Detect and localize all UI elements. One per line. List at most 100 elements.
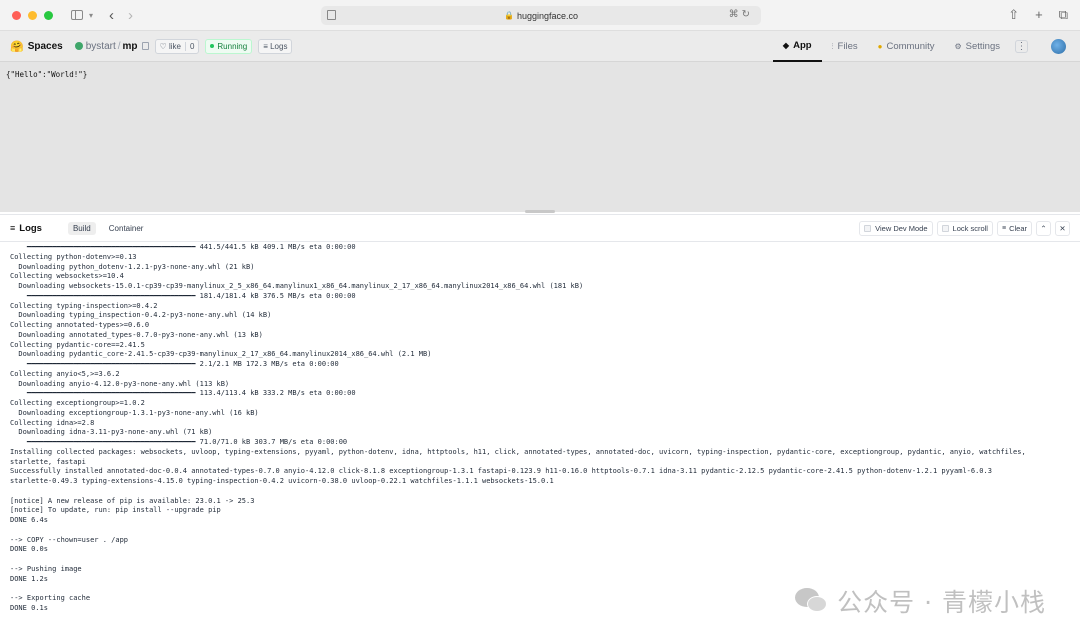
app-icon: ◆ (782, 41, 790, 50)
clear-button[interactable]: ≡ Clear (996, 221, 1032, 236)
tab-label: Settings (965, 41, 1000, 52)
logs-button[interactable]: ≡ Logs (258, 38, 293, 54)
owner-avatar (74, 42, 83, 50)
heart-icon: ♡ (159, 41, 169, 51)
tab-settings[interactable]: ⚙ Settings (945, 31, 1011, 62)
log-line: DONE 6.4s (10, 516, 48, 524)
url-text: huggingface.co (516, 10, 579, 21)
log-line: Downloading websockets-15.0.1-cp39-cp39-… (10, 282, 584, 290)
close-logs-button[interactable]: ✕ (1055, 221, 1070, 236)
logs-toolbar: ≡ Logs Build Container View Dev Mode Loc… (0, 214, 1080, 242)
log-line: Downloading python_dotenv-1.2.1-py3-none… (10, 262, 255, 271)
app-preview: {"Hello":"World!"} (0, 62, 1080, 212)
tab-container[interactable]: Container (104, 222, 149, 235)
log-line: Collecting python-dotenv>=0.13 (10, 252, 137, 261)
logs-title: ≡ Logs (10, 223, 42, 234)
page-settings-icon[interactable] (327, 10, 336, 20)
log-line: ━━━━━━━━━━━━━━━━━━━━━━━━━━━━━━━━━━━━━━━━… (10, 360, 339, 368)
more-options-icon[interactable]: ⋮ (1015, 40, 1028, 53)
chevron-down-icon[interactable]: ▾ (89, 11, 93, 20)
tab-label: App (793, 40, 812, 51)
owner-link[interactable]: bystart (86, 41, 116, 52)
community-icon: ● (877, 42, 883, 51)
log-line: --> COPY --chown=user . /app (10, 535, 129, 544)
log-line: Downloading typing_inspection-0.4.2-py3-… (10, 311, 272, 320)
log-line: Installing collected packages: websocket… (10, 447, 1026, 456)
log-line: starlette-0.49.3 typing-extensions-4.15.… (10, 477, 554, 485)
log-line: Collecting typing-inspection>=0.4.2 (10, 301, 158, 310)
like-button[interactable]: ♡ like 0 (154, 38, 200, 54)
reload-icon[interactable]: ⌘↻ (729, 9, 753, 20)
space-name-link[interactable]: mp (123, 41, 138, 52)
log-line: Collecting idna>=2.8 (10, 418, 95, 427)
lock-scroll-toggle[interactable]: Lock scroll (936, 221, 993, 236)
logs-label: Logs (270, 41, 288, 51)
user-avatar[interactable] (1051, 39, 1066, 54)
view-dev-mode-toggle[interactable]: View Dev Mode (859, 221, 933, 236)
share-icon[interactable]: ⇧ (1008, 7, 1019, 23)
tab-label: Files (837, 41, 858, 52)
log-line: ━━━━━━━━━━━━━━━━━━━━━━━━━━━━━━━━━━━━━━━━… (10, 389, 356, 398)
back-arrow-icon[interactable]: ‹ (109, 7, 114, 24)
collapse-logs-button[interactable]: ⌃ (1036, 221, 1051, 236)
log-line: Collecting exceptiongroup>=1.0.2 (10, 399, 145, 407)
tab-community[interactable]: ● Community (868, 31, 945, 62)
logs-actions: View Dev Mode Lock scroll ≡ Clear ⌃ ✕ (859, 221, 1070, 236)
sidebar-toggle-icon[interactable] (71, 10, 83, 20)
log-line: ━━━━━━━━━━━━━━━━━━━━━━━━━━━━━━━━━━━━━━━━… (10, 243, 356, 251)
tab-build[interactable]: Build (67, 221, 96, 235)
wechat-icon (795, 588, 829, 614)
space-tabs: ◆ App ⫶ Files ● Community ⚙ Settings (772, 31, 1011, 62)
space-header: 🤗 Spaces bystart / mp ♡ like 0 Running ≡… (0, 31, 1080, 62)
close-window-button[interactable] (12, 10, 21, 20)
log-line: Collecting annotated-types>=0.6.0 (10, 321, 150, 329)
watermark: 公众号 · 青檬小栈 (795, 583, 1046, 619)
log-line: DONE 0.0s (10, 545, 48, 554)
log-line: Downloading idna-3.11-py3-none-any.whl (… (10, 428, 213, 437)
settings-icon: ⚙ (954, 42, 962, 51)
logs-list-icon: ≡ (10, 223, 16, 233)
forward-arrow-icon[interactable]: › (128, 7, 133, 24)
chevron-up-icon: ⌃ (1040, 224, 1047, 233)
files-icon: ⫶ (831, 41, 834, 51)
tab-files[interactable]: ⫶ Files (822, 31, 868, 62)
tab-label: Community (886, 41, 935, 52)
spaces-link[interactable]: Spaces (28, 41, 63, 52)
log-line: starlette, fastapi (10, 457, 86, 466)
log-line: --> Pushing image (10, 564, 82, 573)
log-line: Downloading exceptiongroup-1.3.1-py3-non… (10, 408, 259, 417)
logs-title-text: Logs (19, 222, 42, 234)
minimize-window-button[interactable] (28, 10, 37, 20)
status-label: Running (217, 41, 248, 51)
resize-handle[interactable] (525, 210, 555, 213)
log-line: Downloading annotated_types-0.7.0-py3-no… (10, 330, 263, 339)
log-line: [notice] A new release of pip is availab… (10, 496, 255, 505)
status-badge[interactable]: Running (205, 38, 253, 54)
log-line: Downloading anyio-4.12.0-py3-none-any.wh… (10, 379, 230, 388)
log-line: ━━━━━━━━━━━━━━━━━━━━━━━━━━━━━━━━━━━━━━━━… (10, 291, 356, 300)
zoom-window-button[interactable] (44, 10, 53, 20)
clear-label: Clear (1009, 224, 1027, 233)
browser-toolbar: ▾ ‹ › 🔒 huggingface.co ⌘↻ ⇧ + ⧉ (0, 0, 1080, 31)
checkbox[interactable] (941, 225, 949, 232)
copy-icon[interactable] (141, 42, 149, 50)
like-count: 0 (184, 41, 194, 51)
checkbox[interactable] (864, 225, 872, 232)
log-line: Collecting websockets>=10.4 (10, 272, 124, 281)
log-line: Successfully installed annotated-doc-0.0… (10, 467, 992, 476)
tab-overview-icon[interactable]: ⧉ (1059, 7, 1068, 23)
hugging-face-logo-icon[interactable]: 🤗 (10, 40, 24, 53)
log-line: ━━━━━━━━━━━━━━━━━━━━━━━━━━━━━━━━━━━━━━━━… (10, 438, 348, 446)
close-icon: ✕ (1059, 224, 1066, 233)
logs-icon: ≡ (263, 41, 271, 51)
view-dev-mode-label: View Dev Mode (875, 224, 928, 233)
address-bar[interactable]: 🔒 huggingface.co ⌘↻ (321, 6, 761, 25)
clear-icon: ≡ (1001, 225, 1007, 232)
new-tab-icon[interactable]: + (1035, 7, 1043, 23)
app-output-text: {"Hello":"World!"} (6, 70, 88, 79)
tab-app[interactable]: ◆ App (772, 31, 822, 62)
log-lines: ━━━━━━━━━━━━━━━━━━━━━━━━━━━━━━━━━━━━━━━━… (0, 242, 1080, 614)
watermark-text: 公众号 · 青檬小栈 (837, 588, 1046, 617)
log-line: Collecting anyio<5,>=3.6.2 (10, 369, 120, 378)
